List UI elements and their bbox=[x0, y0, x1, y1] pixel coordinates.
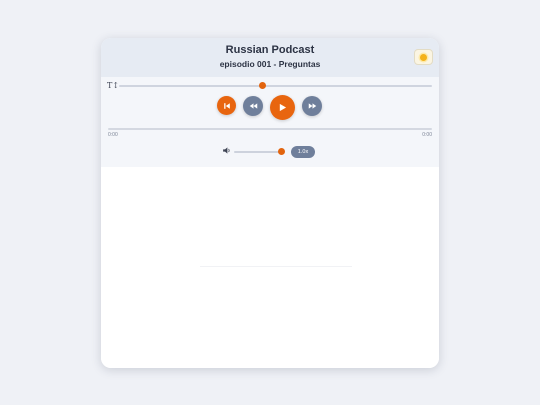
font-size-slider[interactable] bbox=[119, 85, 432, 87]
theme-toggle-button[interactable] bbox=[414, 49, 433, 65]
podcast-title: Russian Podcast bbox=[225, 44, 315, 56]
rewind-button[interactable] bbox=[243, 96, 263, 116]
podcast-player-card: Russian Podcast episodio 001 - Preguntas… bbox=[101, 38, 439, 368]
volume-slider[interactable] bbox=[234, 151, 281, 153]
sun-icon bbox=[420, 53, 427, 61]
volume-slider-thumb[interactable] bbox=[278, 148, 285, 155]
font-size-slider-thumb[interactable] bbox=[259, 82, 266, 89]
current-time: 0:00 bbox=[108, 132, 118, 138]
episode-title: episodio 001 - Preguntas bbox=[219, 59, 321, 69]
play-button[interactable] bbox=[270, 95, 295, 120]
fast-forward-icon bbox=[308, 103, 316, 109]
player-header: Russian Podcast episodio 001 - Preguntas bbox=[101, 38, 439, 77]
progress-bar[interactable] bbox=[108, 128, 432, 130]
skip-previous-icon bbox=[223, 102, 230, 109]
playback-speed-button[interactable]: 1.0x bbox=[291, 146, 315, 158]
transcript-placeholder-line bbox=[200, 266, 352, 267]
previous-button[interactable] bbox=[217, 96, 236, 115]
font-size-icon: T↕ bbox=[107, 81, 120, 90]
total-time: 0:00 bbox=[422, 132, 432, 138]
rewind-icon bbox=[249, 103, 257, 109]
transcript-area bbox=[101, 167, 439, 368]
volume-icon bbox=[223, 147, 230, 154]
player-controls-panel: T↕ 0:00 0:00 1.0x bbox=[101, 77, 439, 167]
fast-forward-button[interactable] bbox=[302, 96, 322, 116]
play-icon bbox=[279, 103, 287, 112]
